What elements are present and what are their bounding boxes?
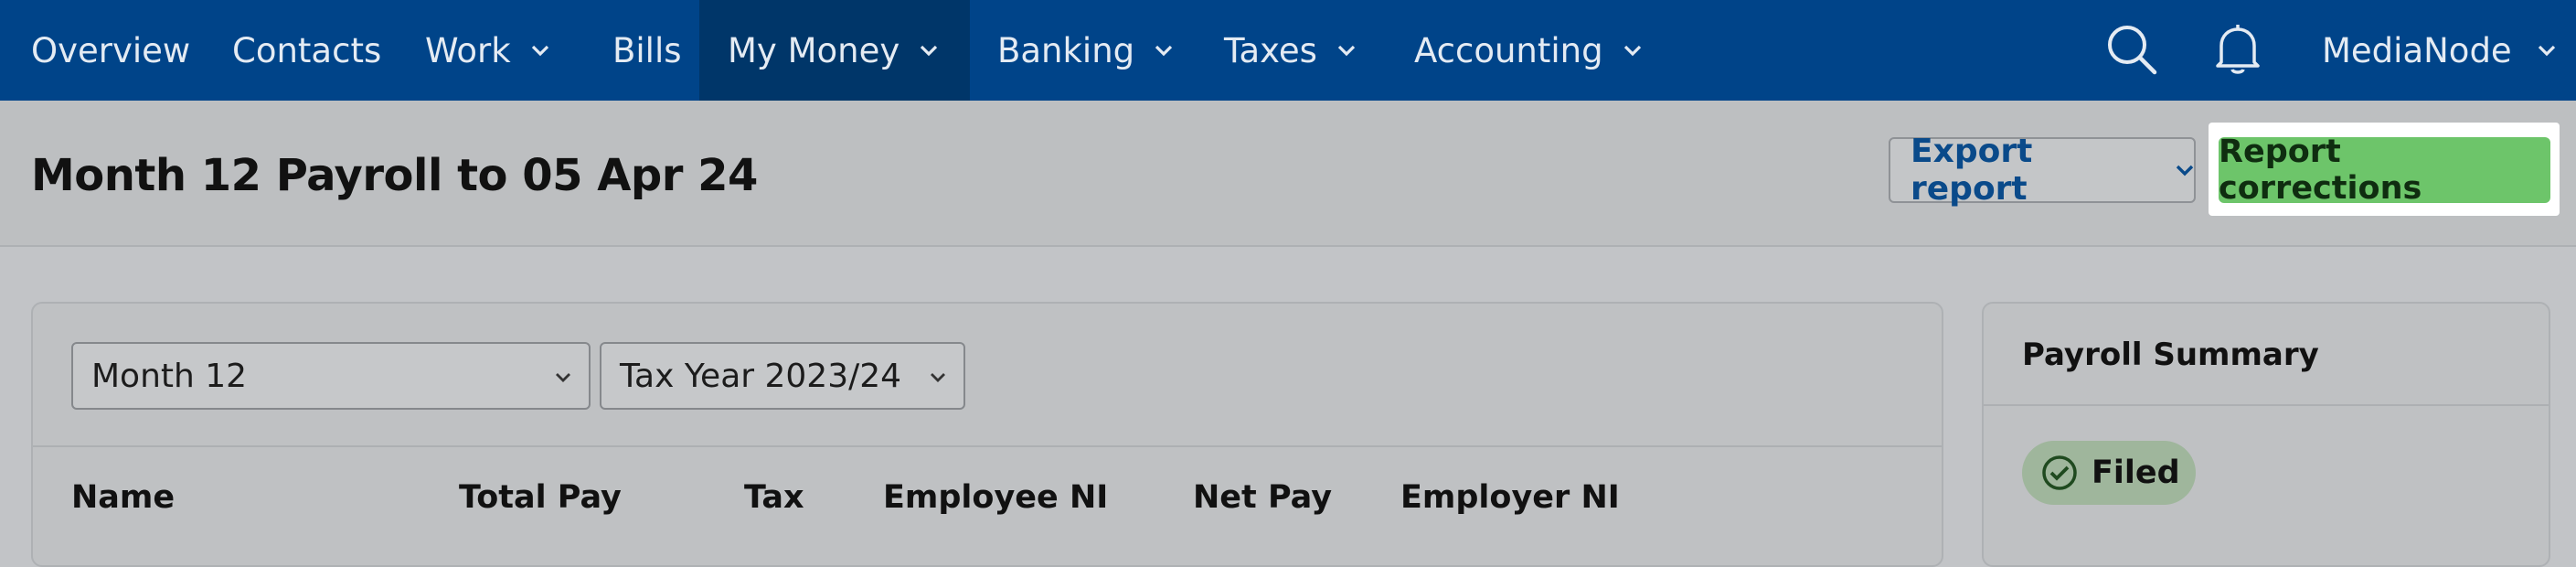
export-report-button[interactable]: Export report [1889, 133, 2196, 208]
nav-label: Banking [997, 30, 1135, 70]
status-badge: Filed [2022, 441, 2196, 505]
column-header-net-pay[interactable]: Net Pay [1193, 479, 1332, 516]
chevron-down-icon [929, 371, 947, 384]
nav-item-overview[interactable]: Overview [31, 0, 190, 101]
nav-label: Overview [31, 30, 191, 70]
chevron-down-icon [1623, 44, 1642, 57]
report-corrections-button[interactable]: Report corrections [2219, 134, 2550, 207]
chevron-down-icon [531, 44, 549, 57]
chevron-down-icon [1337, 44, 1356, 57]
period-select-value: Month 12 [91, 357, 248, 395]
column-header-name[interactable]: Name [71, 479, 175, 516]
payroll-table-panel: Month 12 Tax Year 2023/24 Name Total Pay… [31, 302, 1943, 567]
column-header-total-pay[interactable]: Total Pay [459, 479, 622, 516]
chevron-down-icon [2538, 44, 2556, 57]
chevron-down-icon [1155, 44, 1173, 57]
page-title: Month 12 Payroll to 05 Apr 24 [31, 150, 758, 201]
tax-year-select-value: Tax Year 2023/24 [620, 357, 902, 395]
account-name: MediaNode [2322, 30, 2512, 70]
report-corrections-label: Report corrections [2219, 134, 2422, 207]
nav-label: Bills [612, 30, 682, 70]
nav-item-banking[interactable]: Banking [997, 0, 1173, 101]
nav-label: Accounting [1414, 30, 1603, 70]
nav-item-contacts[interactable]: Contacts [232, 0, 381, 101]
divider [33, 445, 1942, 447]
column-header-employee-ni[interactable]: Employee NI [883, 479, 1108, 516]
nav-item-taxes[interactable]: Taxes [1224, 0, 1356, 101]
nav-item-bills[interactable]: Bills [612, 0, 682, 101]
chevron-down-icon [554, 371, 572, 384]
nav-item-my-money[interactable]: My Money [699, 0, 970, 101]
payroll-summary-panel: Payroll Summary Filed [1982, 302, 2550, 567]
nav-label: Work [425, 30, 511, 70]
export-report-label: Export report [1911, 133, 2033, 208]
top-nav: Overview Contacts Work Bills My Money Ba… [0, 0, 2576, 101]
chevron-down-icon [2176, 164, 2194, 177]
check-circle-icon [2042, 455, 2077, 490]
nav-label: Contacts [232, 30, 382, 70]
column-header-tax[interactable]: Tax [744, 479, 804, 516]
nav-item-work[interactable]: Work [425, 0, 549, 101]
search-icon[interactable] [2104, 22, 2159, 80]
bell-icon[interactable] [2212, 22, 2263, 80]
column-header-employer-ni[interactable]: Employer NI [1400, 479, 1620, 516]
nav-label: My Money [728, 30, 900, 70]
tax-year-select[interactable]: Tax Year 2023/24 [600, 342, 965, 410]
payroll-summary-title: Payroll Summary [2022, 337, 2319, 373]
period-select[interactable]: Month 12 [71, 342, 591, 410]
nav-label: Taxes [1224, 30, 1317, 70]
nav-item-accounting[interactable]: Accounting [1414, 0, 1642, 101]
status-badge-label: Filed [2092, 455, 2180, 491]
account-menu[interactable]: MediaNode [2322, 0, 2556, 101]
divider [1984, 404, 2549, 406]
chevron-down-icon [920, 44, 938, 57]
page-header: Month 12 Payroll to 05 Apr 24 Export rep… [0, 101, 2576, 247]
